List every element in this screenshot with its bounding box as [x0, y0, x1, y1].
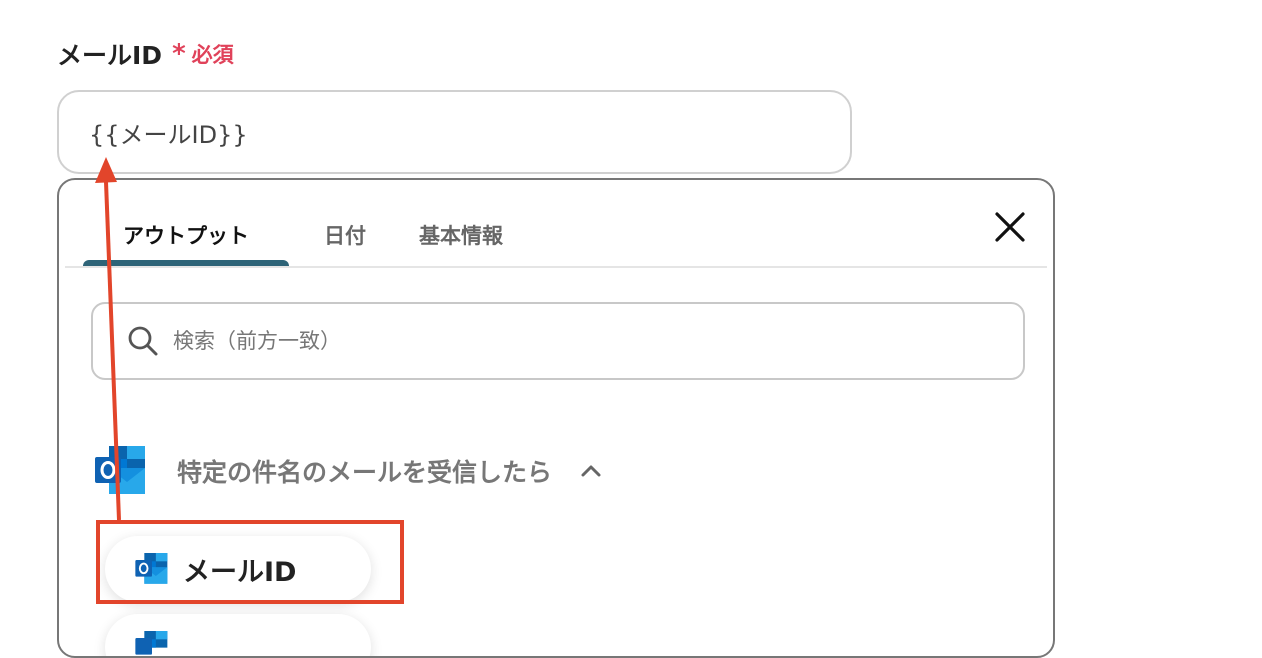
mail-id-input[interactable]: {{メールID}}	[57, 90, 852, 174]
tab-output[interactable]: アウトプット	[83, 204, 289, 268]
output-item-partial[interactable]	[105, 614, 371, 656]
tab-basic-info[interactable]: 基本情報	[401, 204, 521, 266]
mail-id-input-value: {{メールID}}	[89, 120, 248, 149]
section-header[interactable]: 特定の件名のメールを受信したら	[95, 446, 602, 496]
search-field[interactable]	[91, 302, 1025, 380]
section-title: 特定の件名のメールを受信したら	[177, 458, 553, 487]
required-star: *	[172, 39, 186, 69]
required-badge: 必須	[191, 43, 234, 67]
outlook-icon	[135, 631, 168, 655]
field-label-text: メールID	[57, 41, 163, 70]
field-label: メールID * 必須	[57, 36, 234, 72]
close-button[interactable]	[993, 210, 1027, 244]
outlook-icon	[95, 446, 145, 494]
search-icon	[128, 326, 158, 356]
chevron-up-icon	[581, 465, 601, 477]
search-input[interactable]	[171, 328, 935, 354]
close-icon	[995, 212, 1025, 242]
tabs-divider	[65, 266, 1047, 268]
tab-date[interactable]: 日付	[301, 204, 389, 266]
annotation-highlight-box	[96, 520, 404, 604]
tab-bar: アウトプット 日付 基本情報	[83, 204, 521, 268]
